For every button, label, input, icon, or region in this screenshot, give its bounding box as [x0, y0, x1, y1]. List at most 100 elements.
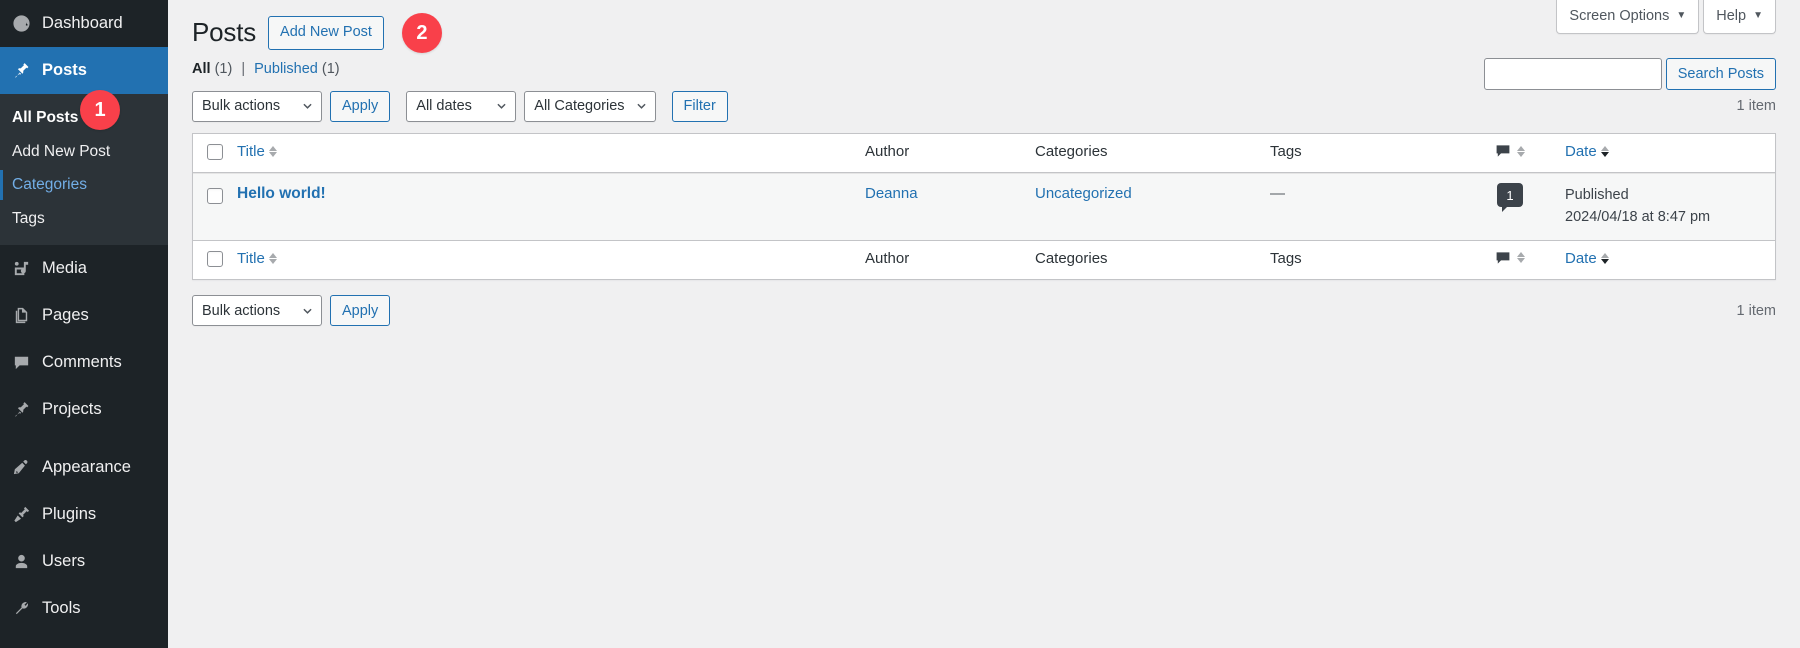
- sort-title-link-bottom[interactable]: Title: [237, 250, 277, 267]
- category-filter-select[interactable]: All Categories: [524, 90, 656, 122]
- post-title-link[interactable]: Hello world!: [237, 185, 326, 202]
- view-link-all[interactable]: All: [192, 61, 211, 77]
- row-select-cell: [193, 173, 227, 240]
- table-row: Hello world! Deanna Uncategorized — 1 Pu…: [193, 173, 1775, 240]
- bulk-actions-select-bottom[interactable]: Bulk actions: [192, 295, 322, 326]
- sidebar-item-label: Posts: [42, 61, 87, 79]
- post-tags-value: —: [1270, 185, 1285, 202]
- post-date-status: Published: [1565, 187, 1629, 203]
- sidebar-item-media[interactable]: Media: [0, 245, 168, 292]
- view-divider: |: [241, 61, 246, 77]
- table-footer-row: Title Author Categories Tags Date: [193, 239, 1775, 279]
- search-posts-button[interactable]: Search Posts: [1665, 58, 1776, 90]
- select-all-checkbox-top[interactable]: [207, 144, 223, 161]
- sort-indicator-icon: [1600, 146, 1609, 157]
- search-box: Search Posts: [1483, 58, 1776, 90]
- item-count-bottom: 1 item: [1736, 302, 1777, 319]
- bulk-actions-group-top: Bulk actions Apply All dates All Categor…: [192, 90, 728, 122]
- comment-icon: [1495, 143, 1511, 159]
- comment-icon: [9, 350, 33, 374]
- table-head: Title Author Categories Tags Date: [193, 134, 1775, 173]
- sidebar-item-comments[interactable]: Comments: [0, 339, 168, 386]
- post-author-link[interactable]: Deanna: [865, 185, 918, 202]
- view-count-published: (1): [321, 61, 340, 77]
- column-header-title: Title: [227, 134, 855, 173]
- help-label: Help: [1716, 8, 1747, 24]
- sidebar-item-label: Plugins: [42, 504, 97, 523]
- page-header: Posts Add New Post 2: [192, 0, 1776, 53]
- column-header-tags: Tags: [1260, 134, 1485, 173]
- select-all-checkbox-bottom[interactable]: [207, 250, 223, 267]
- comment-count-bubble[interactable]: 1: [1497, 183, 1523, 212]
- sort-date-link-top[interactable]: Date: [1565, 143, 1609, 160]
- plugin-icon: [9, 502, 33, 526]
- sort-title-link-top[interactable]: Title: [237, 143, 277, 160]
- apply-button-bottom[interactable]: Apply: [330, 295, 391, 326]
- main-content: Screen Options ▼ Help ▼ Posts Add New Po…: [168, 0, 1800, 648]
- select-all-footer: [193, 239, 227, 279]
- filter-button[interactable]: Filter: [671, 90, 728, 122]
- apply-button-top[interactable]: Apply: [330, 90, 391, 122]
- sidebar-item-tools[interactable]: Tools: [0, 585, 168, 632]
- date-filter-value: All dates: [416, 98, 472, 114]
- sort-date-link-bottom[interactable]: Date: [1565, 250, 1609, 267]
- sidebar-item-label: Tools: [42, 598, 81, 617]
- page-title: Posts: [192, 17, 257, 48]
- sidebar-item-label: Media: [42, 258, 87, 277]
- table-header-row: Title Author Categories Tags Date: [193, 134, 1775, 173]
- sort-indicator-icon[interactable]: [1517, 145, 1525, 157]
- chevron-down-icon: ▼: [1676, 10, 1687, 22]
- row-checkbox[interactable]: [207, 188, 223, 205]
- submenu-item-all-posts[interactable]: All Posts: [0, 101, 78, 135]
- sidebar-item-pages[interactable]: Pages: [0, 292, 168, 339]
- sidebar-item-posts[interactable]: Posts: [0, 47, 176, 94]
- row-comments-cell: 1: [1485, 173, 1555, 240]
- submenu-item-add-new-post[interactable]: Add New Post: [0, 135, 168, 169]
- sidebar-item-label: Projects: [42, 399, 102, 418]
- bulk-actions-value: Bulk actions: [202, 302, 281, 319]
- screen-options-button[interactable]: Screen Options ▼: [1556, 0, 1700, 35]
- bulk-actions-value: Bulk actions: [202, 98, 281, 114]
- sidebar-item-projects[interactable]: Projects: [0, 386, 168, 433]
- sidebar-item-appearance[interactable]: Appearance: [0, 444, 168, 491]
- column-footer-author: Author: [855, 239, 1025, 279]
- column-footer-date: Date: [1555, 239, 1775, 279]
- add-new-post-button[interactable]: Add New Post: [268, 15, 384, 51]
- submenu-item-tags[interactable]: Tags: [0, 202, 168, 236]
- screen-meta-links: Screen Options ▼ Help ▼: [1556, 0, 1776, 35]
- select-all-header: [193, 134, 227, 173]
- table-body: Hello world! Deanna Uncategorized — 1 Pu…: [193, 173, 1775, 240]
- sidebar-item-plugins[interactable]: Plugins: [0, 491, 168, 538]
- sidebar-item-dashboard[interactable]: Dashboard: [0, 0, 168, 47]
- dashboard-icon: [9, 12, 33, 36]
- date-filter-select[interactable]: All dates: [406, 90, 517, 122]
- settings-icon: [9, 643, 33, 648]
- sidebar-item-users[interactable]: Users: [0, 538, 168, 585]
- sort-indicator-icon: [268, 252, 277, 264]
- sidebar-item-label: Appearance: [42, 457, 131, 476]
- sort-indicator-icon[interactable]: [1517, 252, 1525, 263]
- table-foot: Title Author Categories Tags Date: [193, 239, 1775, 279]
- comment-icon: [1495, 250, 1511, 266]
- posts-submenu: All Posts 1 Add New Post Categories Tags: [0, 90, 168, 245]
- post-category-link[interactable]: Uncategorized: [1035, 185, 1132, 202]
- row-date-cell: Published 2024/04/18 at 8:47 pm: [1555, 173, 1775, 240]
- search-input[interactable]: [1483, 58, 1662, 90]
- chevron-down-icon: [303, 103, 312, 109]
- column-footer-categories: Categories: [1025, 239, 1260, 279]
- submenu-item-categories[interactable]: Categories: [0, 168, 168, 202]
- help-button[interactable]: Help ▼: [1703, 0, 1776, 35]
- tablenav-top: Bulk actions Apply All dates All Categor…: [192, 89, 1776, 123]
- column-header-author: Author: [855, 134, 1025, 173]
- admin-sidebar: Dashboard Posts All Posts 1 Add New Post…: [0, 0, 176, 648]
- view-link-published[interactable]: Published: [254, 61, 318, 77]
- row-tags-cell: —: [1260, 173, 1485, 240]
- sidebar-item-settings[interactable]: Settings: [0, 632, 168, 648]
- chevron-down-icon: [636, 103, 646, 109]
- chevron-down-icon: ▼: [1753, 10, 1763, 22]
- sidebar-item-label: Comments: [42, 352, 122, 371]
- column-footer-title: Title: [227, 239, 855, 279]
- column-footer-comments: [1485, 239, 1555, 279]
- bulk-actions-select-top[interactable]: Bulk actions: [192, 90, 322, 122]
- chevron-down-icon: [497, 103, 506, 109]
